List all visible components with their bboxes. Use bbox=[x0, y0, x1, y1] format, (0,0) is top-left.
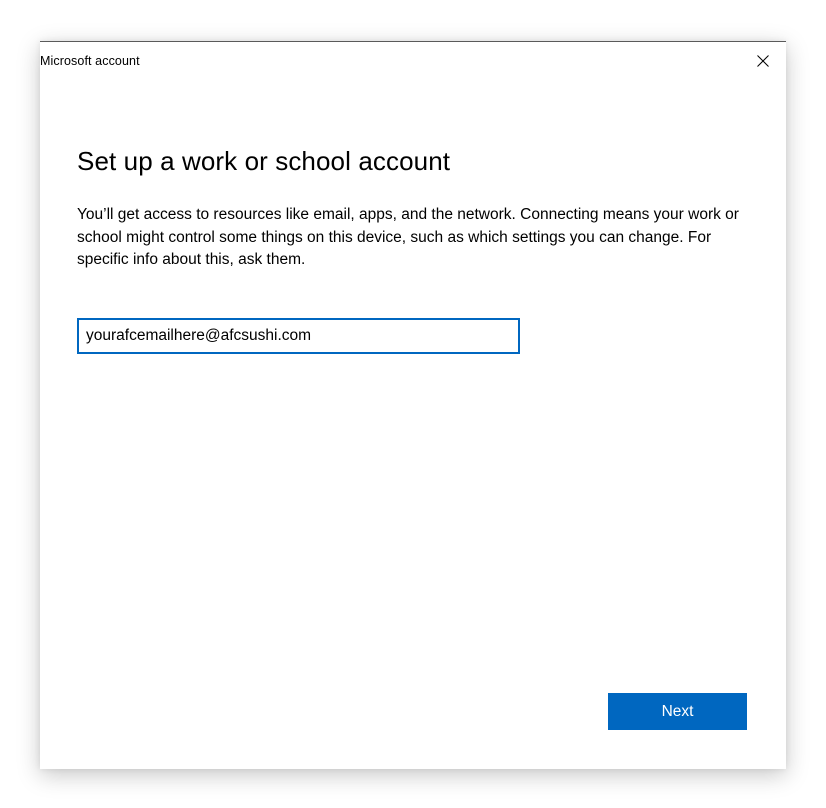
description-text: You’ll get access to resources like emai… bbox=[77, 206, 739, 268]
next-button[interactable]: Next bbox=[608, 693, 747, 730]
title-bar: Microsoft account bbox=[40, 42, 786, 80]
window-title: Microsoft account bbox=[40, 54, 140, 68]
microsoft-account-dialog: Microsoft account Set up a work or schoo… bbox=[40, 41, 786, 769]
email-field[interactable] bbox=[77, 318, 520, 354]
close-button[interactable] bbox=[740, 42, 786, 80]
close-icon bbox=[757, 55, 769, 67]
page-title: Set up a work or school account bbox=[77, 146, 451, 176]
